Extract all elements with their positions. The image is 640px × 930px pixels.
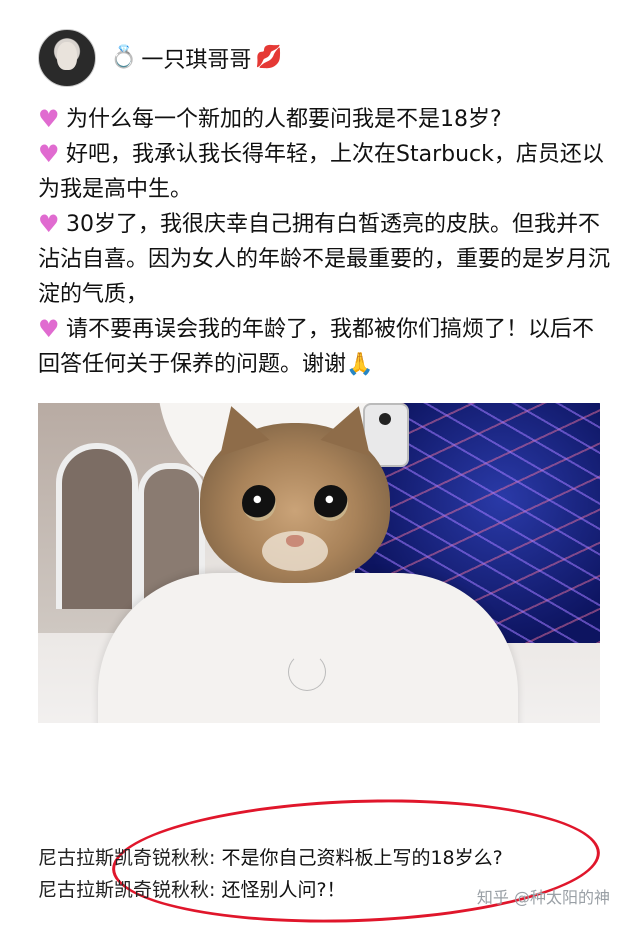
photo-shirt [98,573,518,723]
heart-icon [38,137,60,172]
comment-list: 尼古拉斯凯奇锐秋秋: 不是你自己资料板上写的18岁么? 尼古拉斯凯奇锐秋秋: 还… [38,842,503,906]
post-paragraph: 请不要再误会我的年龄了，我都被你们搞烦了！以后不回答任何关于保养的问题。谢谢🙏 [38,312,613,382]
cat-eye [314,485,348,521]
username[interactable]: 💍 一只琪哥哥 💋 [110,42,283,74]
comment-author[interactable]: 尼古拉斯凯奇锐秋秋: [38,879,215,901]
comment-author[interactable]: 尼古拉斯凯奇锐秋秋: [38,847,215,869]
heart-icon [38,207,60,242]
paragraph-text: 为什么每一个新加的人都要问我是不是18岁? [66,107,502,132]
post-paragraph: 30岁了，我很庆幸自己拥有白皙透亮的皮肤。但我并不沾沾自喜。因为女人的年龄不是最… [38,207,613,312]
cat-nose [286,535,304,547]
watermark-text: 知乎 @种太阳的神 [476,888,610,907]
paragraph-text: 请不要再误会我的年龄了，我都被你们搞烦了！以后不回答任何关于保养的问题。谢谢 [38,317,595,377]
cat-face-sticker [200,403,390,583]
ring-icon: 💍 [110,45,138,70]
cat-eye [242,485,276,521]
kiss-icon: 💋 [255,45,283,70]
watermark: 知乎 @种太阳的神 [477,884,610,908]
photo-necklace [288,653,326,691]
heart-icon [38,102,60,137]
post-header: 💍 一只琪哥哥 💋 [38,28,283,88]
post-paragraph: 为什么每一个新加的人都要问我是不是18岁? [38,102,613,137]
post-paragraph: 好吧，我承认我长得年轻，上次在Starbuck，店员还以为我是高中生。 [38,137,613,207]
post-body: 为什么每一个新加的人都要问我是不是18岁? 好吧，我承认我长得年轻，上次在Sta… [38,102,613,382]
comment-text: 还怪别人问?！ [221,879,346,901]
comment-item[interactable]: 尼古拉斯凯奇锐秋秋: 不是你自己资料板上写的18岁么? [38,842,503,874]
comment-text: 不是你自己资料板上写的18岁么? [221,847,503,869]
paragraph-text: 好吧，我承认我长得年轻，上次在Starbuck，店员还以为我是高中生。 [38,142,604,202]
avatar[interactable] [38,29,96,87]
paragraph-text: 30岁了，我很庆幸自己拥有白皙透亮的皮肤。但我并不沾沾自喜。因为女人的年龄不是最… [38,212,611,307]
pray-icon: 🙏 [346,352,374,377]
comment-item[interactable]: 尼古拉斯凯奇锐秋秋: 还怪别人问?！ [38,874,503,906]
heart-icon [38,312,60,347]
photo-arch [56,443,138,609]
author-name: 一只琪哥哥 [141,48,252,73]
post-photo[interactable] [38,403,600,723]
